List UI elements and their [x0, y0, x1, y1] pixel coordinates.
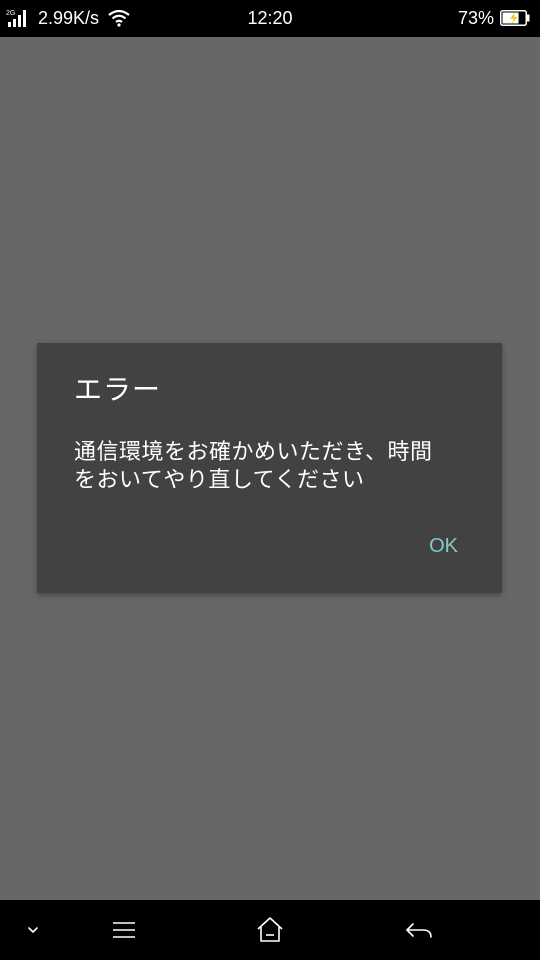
screen: 2G 2.99K/s 12:20 73% エラー 通信環境をお確かめいただき、時… [0, 0, 540, 960]
navigation-bar [0, 900, 540, 960]
dialog-message: 通信環境をお確かめいただき、時間 をおいてやり直してください [74, 439, 474, 495]
chevron-down-icon[interactable] [17, 914, 49, 946]
menu-icon[interactable] [108, 914, 140, 946]
battery-percent: 73% [457, 8, 494, 28]
dialog-title: エラー [74, 373, 162, 406]
ok-button[interactable]: OK [425, 531, 462, 561]
dialog-message-line2: をおいてやり直してください [74, 468, 365, 493]
dialog-message-line1: 通信環境をお確かめいただき、時間 [74, 440, 433, 465]
battery-charging-icon [500, 10, 530, 26]
home-icon[interactable] [254, 914, 286, 946]
back-icon[interactable] [403, 914, 435, 946]
status-bar: 2G 2.99K/s 12:20 73% [0, 0, 540, 37]
error-dialog: エラー 通信環境をお確かめいただき、時間 をおいてやり直してください OK [37, 343, 502, 593]
